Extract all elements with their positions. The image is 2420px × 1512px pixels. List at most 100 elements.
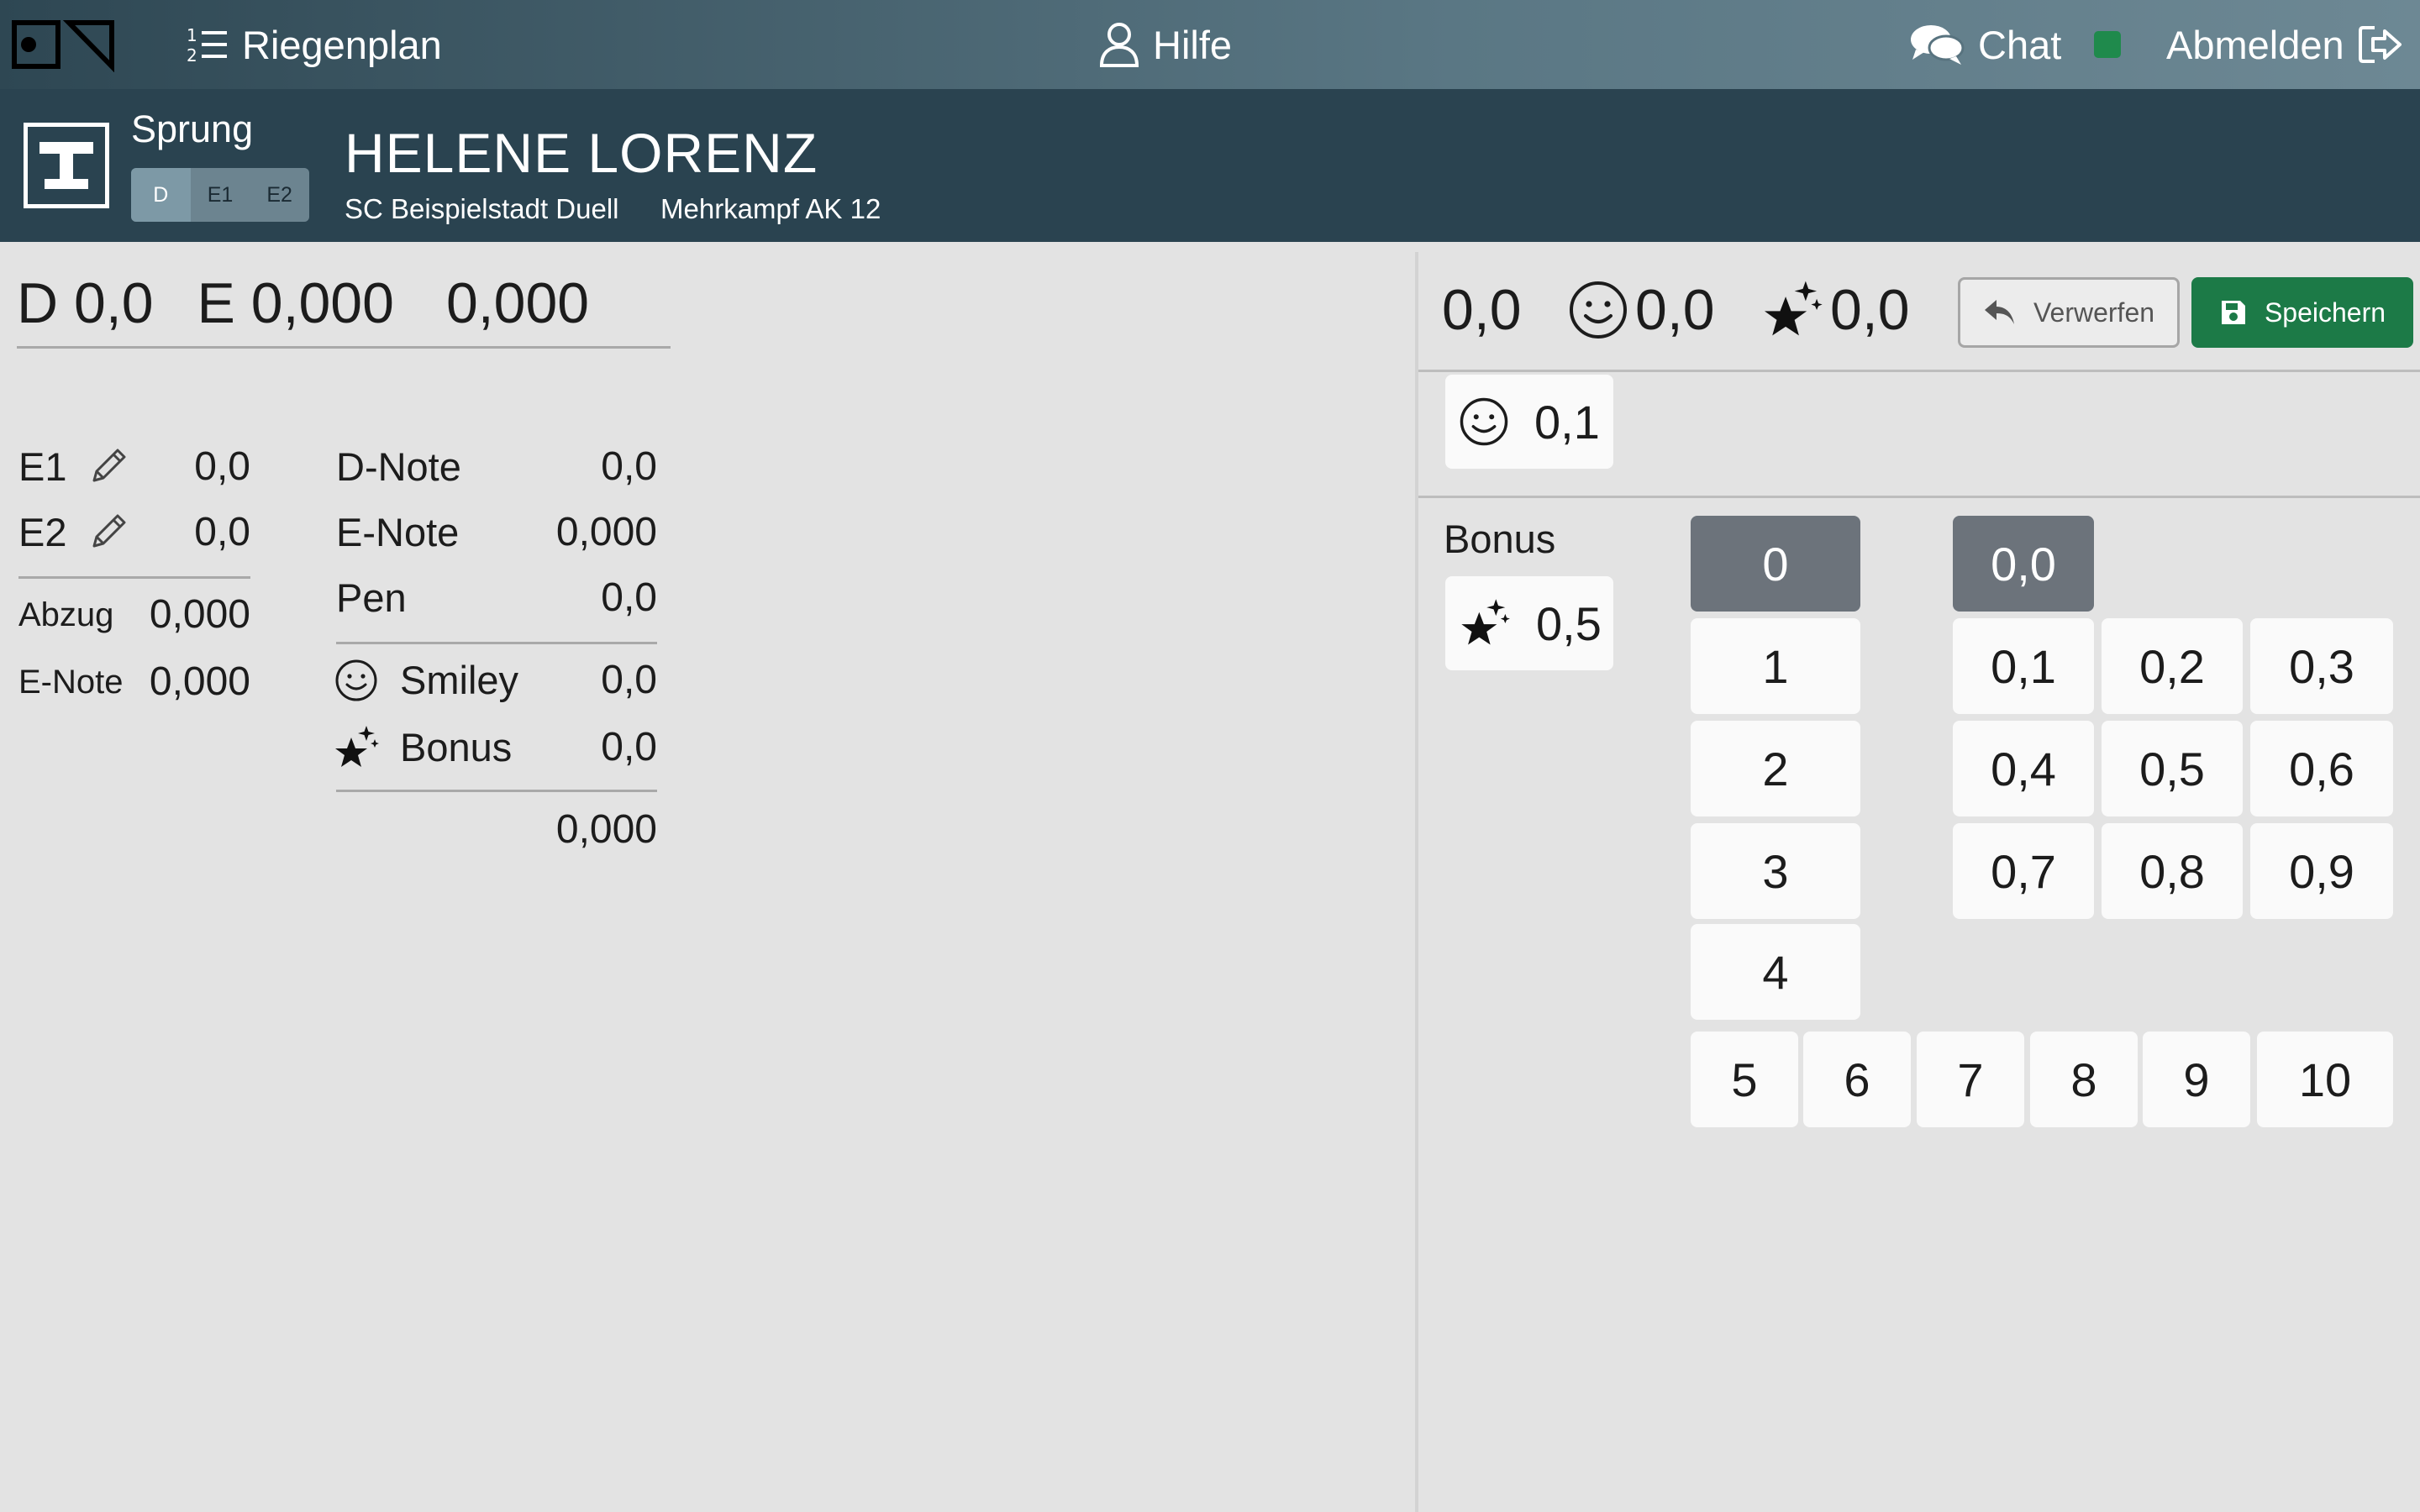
athlete-club: SC Beispielstadt Duell [345, 193, 619, 224]
key-integer[interactable]: 5 [1691, 1032, 1798, 1127]
breakdown-divider-1 [336, 642, 657, 644]
vault-icon [39, 142, 93, 189]
chat-icon [1911, 25, 1965, 65]
sparkle-star-icon [1461, 599, 1510, 645]
save-button-label: Speichern [2264, 297, 2386, 328]
key-integer[interactable]: 7 [1917, 1032, 2024, 1127]
key-integer[interactable]: 8 [2030, 1032, 2138, 1127]
athlete-name: HELENE LORENZ [345, 122, 818, 184]
svg-text:1: 1 [187, 25, 197, 45]
key-integer[interactable]: 0 [1691, 516, 1860, 612]
pencil-icon[interactable] [89, 445, 129, 486]
connection-status-indicator [2094, 31, 2121, 58]
panel-divider [1415, 252, 1418, 1512]
nav-chat[interactable]: Chat [1909, 0, 2061, 89]
panel-smiley-score: 0,0 [1568, 277, 1715, 343]
apparatus-name: Sprung [131, 108, 254, 150]
e1-label: E1 [18, 444, 67, 489]
top-navbar: 1 2 Riegenplan Hilfe Chat Abmelden [0, 0, 2420, 89]
nav-hilfe-label: Hilfe [1153, 22, 1233, 67]
pen-label: Pen [336, 575, 407, 620]
smiley-icon [335, 659, 377, 701]
summary-total: 0,000 [445, 271, 590, 335]
nav-abmelden-label: Abmelden [2166, 22, 2344, 67]
bonus-section-label: Bonus [1444, 517, 1556, 561]
athlete-category: Mehrkampf AK 12 [660, 193, 881, 224]
bonus-chip[interactable]: 0,5 [1445, 576, 1613, 670]
key-integer[interactable]: 4 [1691, 924, 1860, 1020]
discard-button[interactable]: Verwerfen [1958, 277, 2180, 348]
key-integer[interactable]: 3 [1691, 823, 1860, 919]
logout-icon [2358, 26, 2402, 63]
d-note-label: D-Note [336, 444, 461, 489]
ordered-list-icon: 1 2 [187, 25, 227, 65]
app-logo[interactable] [12, 18, 114, 72]
key-decimal[interactable]: 0,9 [2250, 823, 2393, 919]
svg-text:2: 2 [187, 45, 197, 65]
key-decimal[interactable]: 0,2 [2102, 618, 2243, 714]
key-decimal[interactable]: 0,6 [2250, 721, 2393, 816]
nav-riegenplan-label: Riegenplan [242, 22, 442, 67]
tab-d[interactable]: D [131, 168, 191, 222]
sparkle-star-icon [1764, 281, 1823, 336]
key-decimal[interactable]: 0,7 [1953, 823, 2094, 919]
abzug-value: 0,000 [149, 592, 250, 637]
e-note-label: E-Note [18, 664, 124, 701]
nav-abmelden[interactable]: Abmelden [2166, 0, 2403, 89]
nav-hilfe[interactable]: Hilfe [1099, 0, 1232, 89]
smiley-label: Smiley [400, 658, 519, 702]
apparatus-icon [24, 123, 109, 208]
sparkle-star-icon [335, 726, 379, 767]
key-decimal[interactable]: 0,5 [2102, 721, 2243, 816]
panel-bonus-value: 0,0 [1830, 278, 1910, 342]
panel-header-divider [1418, 370, 2420, 372]
smiley-chip-value: 0,1 [1534, 395, 1600, 449]
key-decimal[interactable]: 0,8 [2102, 823, 2243, 919]
e2-label: E2 [18, 510, 67, 554]
breakdown-total: 0,000 [555, 807, 657, 852]
smiley-icon [1460, 397, 1508, 446]
bonus-chip-value: 0,5 [1536, 596, 1602, 650]
breakdown-e-note-label: E-Note [336, 510, 460, 554]
breakdown-e-note-value: 0,000 [555, 510, 657, 554]
e1-value: 0,0 [194, 444, 250, 489]
smiley-chip[interactable]: 0,1 [1445, 375, 1613, 469]
pen-value: 0,0 [601, 575, 657, 620]
key-integer[interactable]: 1 [1691, 618, 1860, 714]
judge-tabs: D E1 E2 [131, 168, 309, 222]
abzug-label: Abzug [18, 596, 114, 633]
smiley-icon [1570, 281, 1627, 339]
athlete-header: Sprung D E1 E2 HELENE LORENZ SC Beispiel… [0, 89, 2420, 242]
summary-e: E 0,000 [197, 271, 394, 335]
smiley-value: 0,0 [601, 658, 657, 702]
nav-chat-label: Chat [1978, 22, 2062, 67]
tab-e1[interactable]: E1 [190, 168, 250, 222]
summary-d: D 0,0 [17, 271, 154, 335]
key-decimal[interactable]: 0,3 [2250, 618, 2393, 714]
summary-divider [17, 346, 671, 349]
key-integer[interactable]: 10 [2257, 1032, 2393, 1127]
save-icon [2221, 301, 2245, 324]
e-divider [18, 576, 250, 579]
discard-button-label: Verwerfen [2033, 297, 2155, 328]
breakdown-divider-2 [336, 790, 657, 792]
pencil-icon[interactable] [89, 511, 129, 551]
e-note-value: 0,000 [149, 659, 250, 704]
panel-section-divider [1418, 496, 2420, 498]
bonus-value: 0,0 [601, 725, 657, 769]
bonus-label: Bonus [400, 725, 513, 769]
nav-riegenplan[interactable]: 1 2 Riegenplan [187, 0, 442, 89]
key-decimal[interactable]: 0,0 [1953, 516, 2094, 612]
save-button[interactable]: Speichern [2191, 277, 2413, 348]
key-integer[interactable]: 9 [2143, 1032, 2250, 1127]
user-icon [1099, 23, 1139, 67]
key-integer[interactable]: 2 [1691, 721, 1860, 816]
panel-smiley-value: 0,0 [1635, 278, 1715, 342]
undo-icon [1984, 300, 2014, 324]
key-decimal[interactable]: 0,4 [1953, 721, 2094, 816]
key-decimal[interactable]: 0,1 [1953, 618, 2094, 714]
key-integer[interactable]: 6 [1803, 1032, 1911, 1127]
panel-bonus-score: 0,0 [1761, 277, 1910, 343]
panel-score-value: 0,0 [1442, 278, 1522, 342]
tab-e2[interactable]: E2 [250, 168, 309, 222]
